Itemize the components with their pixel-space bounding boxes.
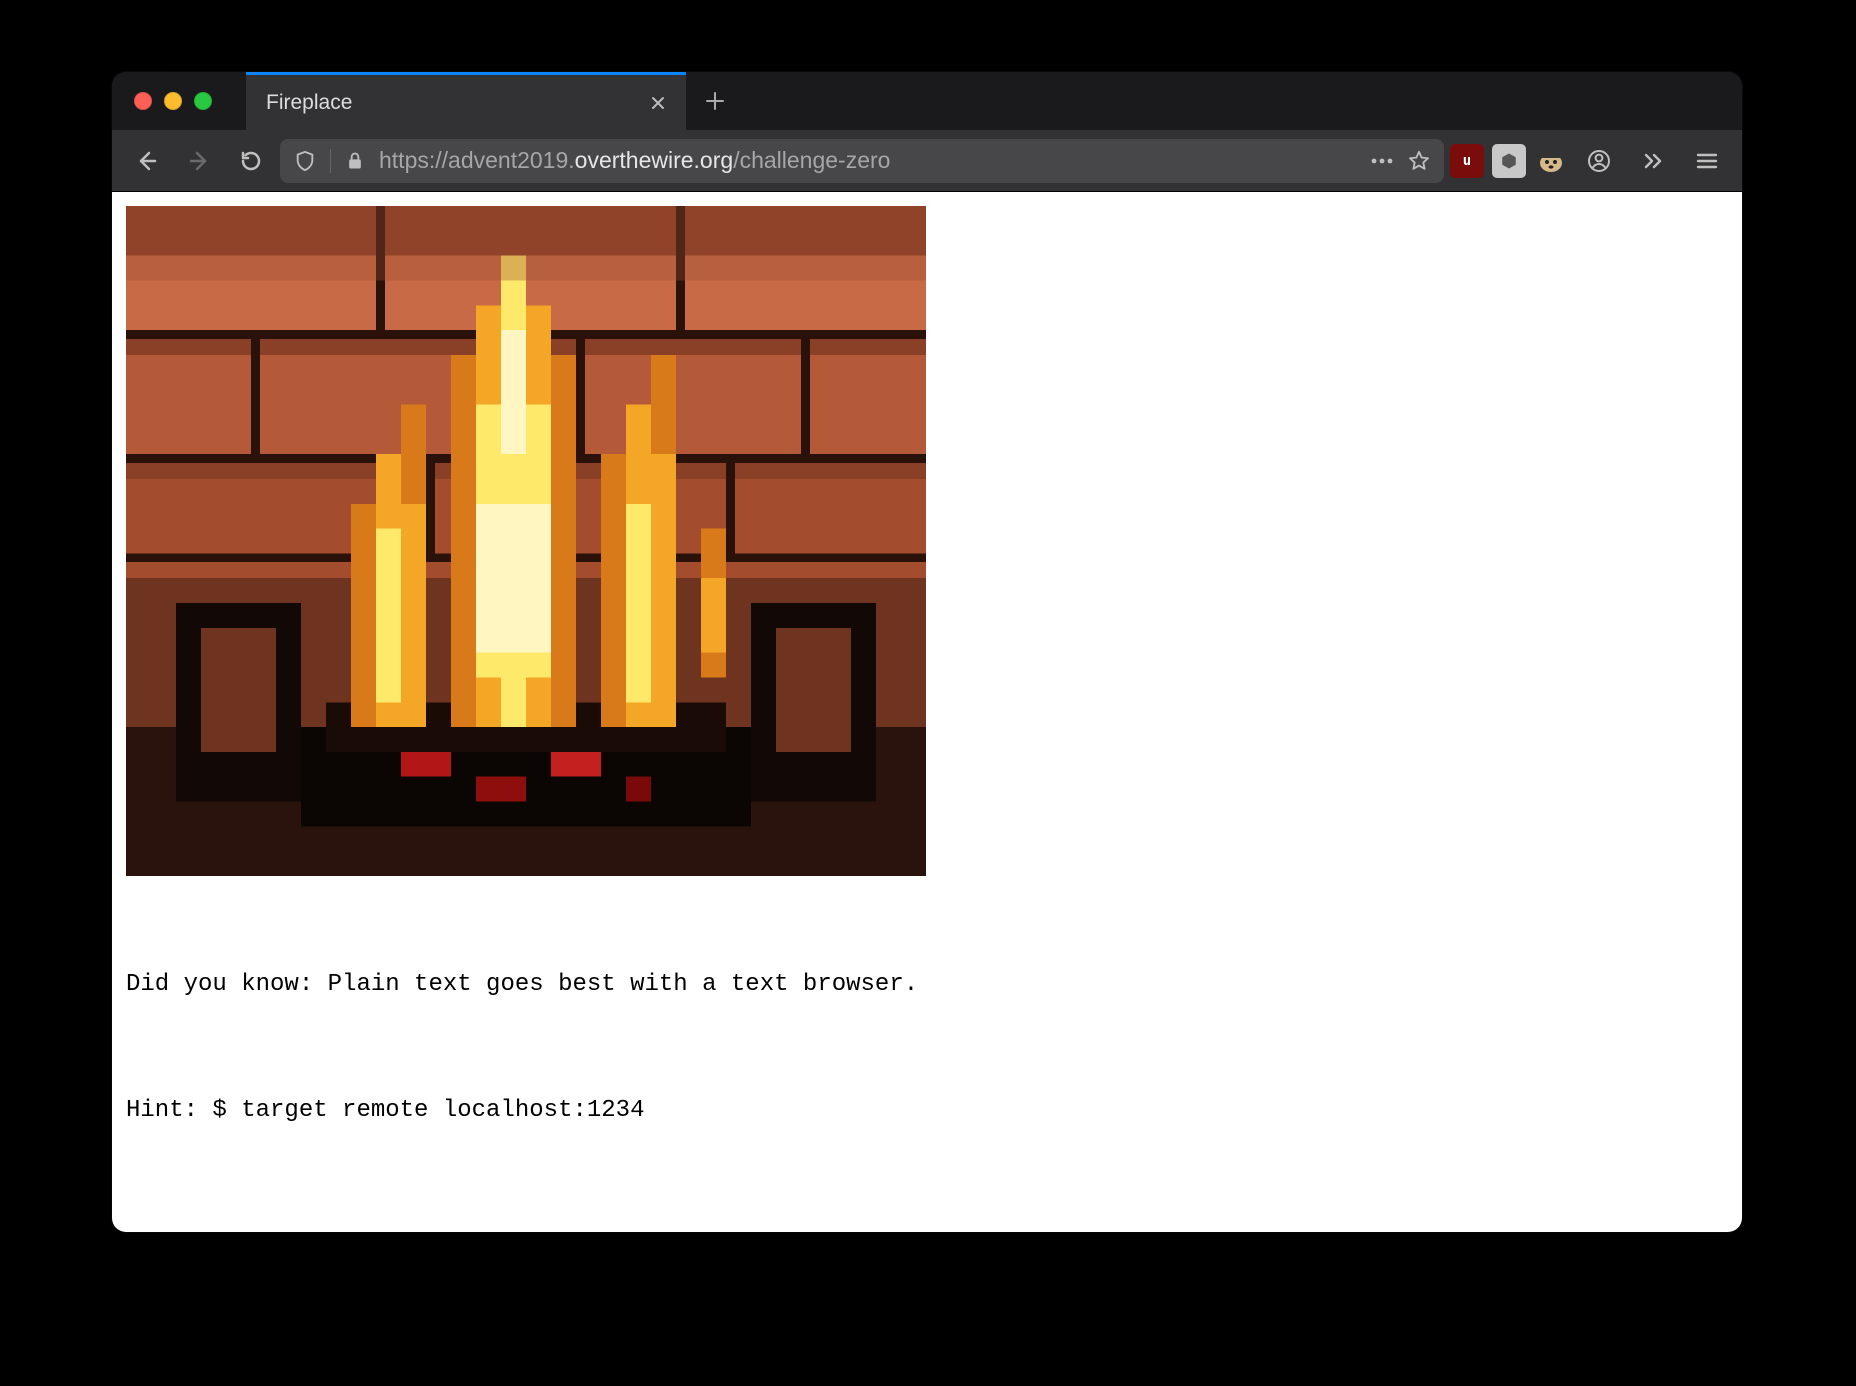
fireplace-image [126, 206, 926, 876]
tracking-shield-icon[interactable] [294, 150, 316, 172]
extension-badger-icon[interactable] [1534, 144, 1568, 178]
text-line-2: Hint: $ target remote localhost:1234 [126, 1094, 1728, 1129]
page-body-text: Did you know: Plain text goes best with … [126, 898, 1728, 1220]
close-window-button[interactable] [134, 92, 152, 110]
url-prefix: https://advent2019. [379, 147, 575, 173]
new-tab-button[interactable] [686, 72, 744, 130]
url-domain: overthewire.org [575, 147, 734, 173]
extension-icons: u [1450, 138, 1730, 184]
account-icon[interactable] [1576, 138, 1622, 184]
page-viewport[interactable]: Did you know: Plain text goes best with … [112, 192, 1742, 1232]
url-suffix: /challenge-zero [733, 147, 890, 173]
address-bar[interactable]: https://advent2019.overthewire.org/chall… [280, 139, 1444, 183]
forward-button[interactable] [176, 138, 222, 184]
reload-button[interactable] [228, 138, 274, 184]
url-text: https://advent2019.overthewire.org/chall… [379, 147, 1356, 174]
tab-title: Fireplace [266, 91, 352, 115]
hamburger-menu-icon[interactable] [1684, 138, 1730, 184]
browser-window: Fireplace https://a [112, 72, 1742, 1232]
minimize-window-button[interactable] [164, 92, 182, 110]
browser-tab[interactable]: Fireplace [246, 72, 686, 130]
extension-ublock-icon[interactable]: u [1450, 144, 1484, 178]
toolbar: https://advent2019.overthewire.org/chall… [112, 130, 1742, 192]
back-button[interactable] [124, 138, 170, 184]
bookmark-star-icon[interactable] [1408, 150, 1430, 172]
extension-icon[interactable] [1492, 144, 1526, 178]
separator [330, 149, 331, 173]
maximize-window-button[interactable] [194, 92, 212, 110]
overflow-chevrons-icon[interactable] [1630, 138, 1676, 184]
close-tab-button[interactable] [646, 91, 670, 115]
page-actions-button[interactable] [1370, 158, 1394, 164]
tab-strip: Fireplace [112, 72, 1742, 130]
text-line-1: Did you know: Plain text goes best with … [126, 968, 1728, 1003]
lock-icon[interactable] [345, 151, 365, 171]
window-controls [134, 92, 212, 110]
